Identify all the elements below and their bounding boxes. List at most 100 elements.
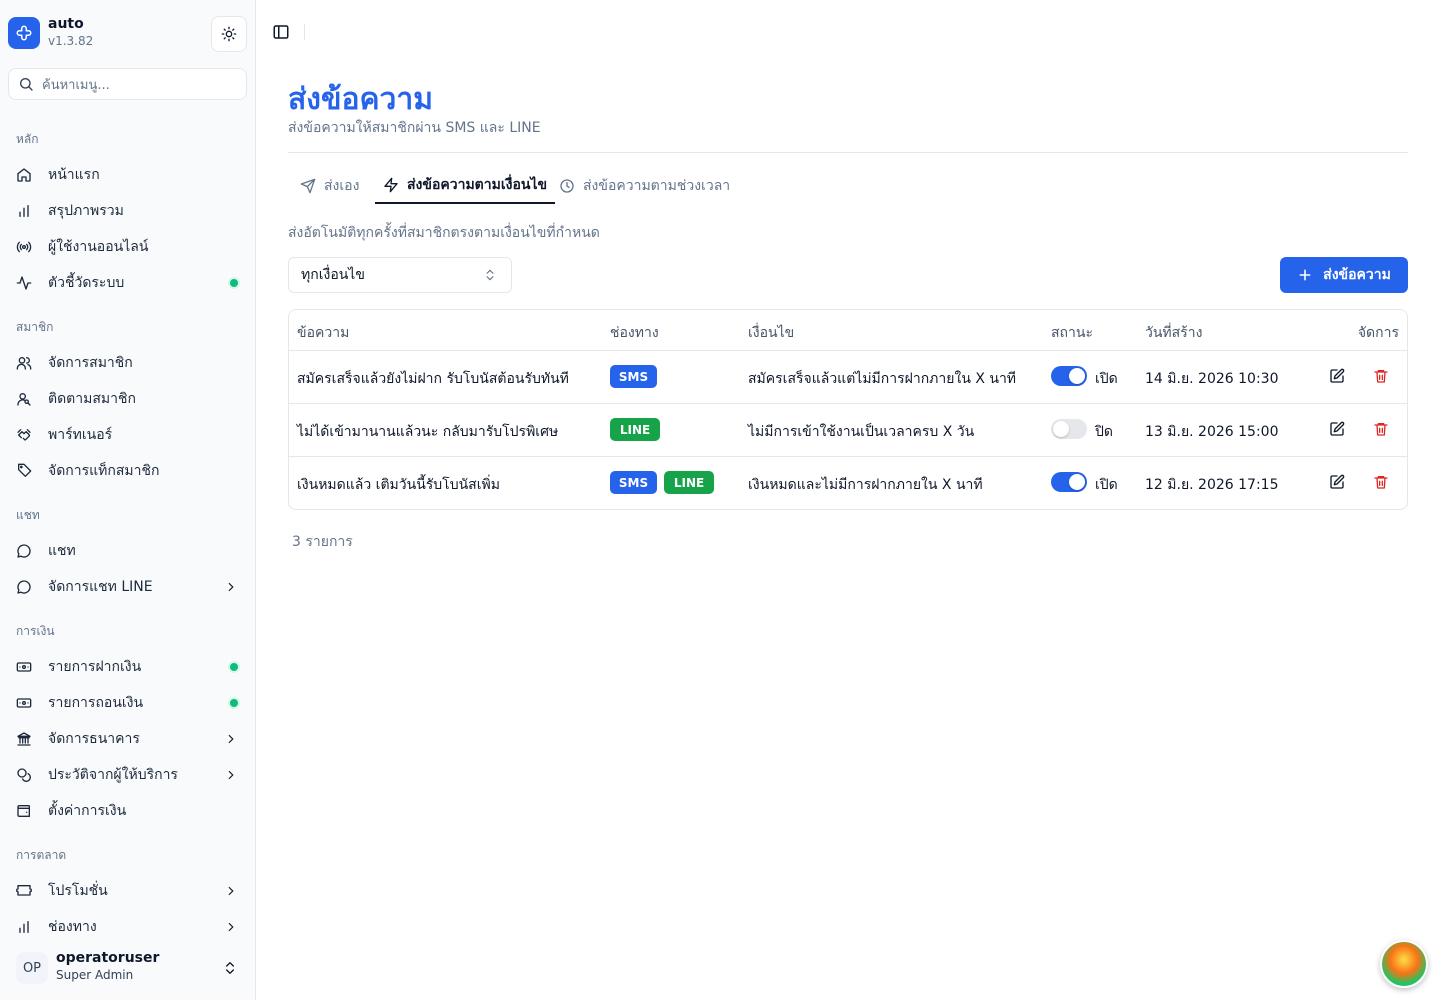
condition-text: เงินหมดและไม่มีการฝากภายใน X นาที bbox=[748, 477, 983, 493]
status-label: เปิด bbox=[1095, 477, 1118, 493]
sidebar-item-label: ติดตามสมาชิก bbox=[48, 391, 136, 407]
app-version: v1.3.82 bbox=[48, 34, 94, 48]
chevron-right-icon bbox=[228, 582, 234, 592]
page-title: ส่งข้อความ bbox=[288, 82, 434, 117]
divider bbox=[288, 152, 1408, 153]
sidebar-item-handshake[interactable]: พาร์ทเนอร์ bbox=[8, 419, 248, 451]
sun-icon bbox=[221, 26, 237, 42]
edit-button[interactable] bbox=[1329, 368, 1345, 384]
chevron-right-icon bbox=[228, 770, 234, 780]
trash-icon bbox=[1374, 423, 1388, 436]
table-row: ไม่ได้เข้ามานานแล้วนะ กลับมารับโปรพิเศษ L… bbox=[289, 404, 1407, 457]
sidebar-item-label: ประวัติจากผู้ให้บริการ bbox=[48, 767, 178, 783]
user-menu[interactable]: OP operatoruser Super Admin bbox=[8, 946, 248, 990]
tab-manual-send[interactable]: ส่งเอง bbox=[300, 168, 359, 204]
delete-button[interactable] bbox=[1373, 421, 1389, 437]
trash-icon bbox=[1374, 370, 1388, 383]
sidebar-item-users[interactable]: จัดการสมาชิก bbox=[8, 347, 248, 379]
message-text: เงินหมดแล้ว เติมวันนี้รับโบนัสเพิ่ม bbox=[297, 477, 500, 493]
chevron-right-icon bbox=[228, 886, 234, 896]
status-toggle[interactable] bbox=[1051, 366, 1087, 386]
status-toggle[interactable] bbox=[1051, 472, 1087, 492]
sidebar-item-bank[interactable]: จัดการธนาคาร bbox=[8, 723, 248, 755]
floating-avatar-button[interactable] bbox=[1380, 940, 1428, 988]
tab-scheduled-send[interactable]: ส่งข้อความตามช่วงเวลา bbox=[559, 168, 730, 204]
send-icon bbox=[300, 178, 316, 194]
sidebar-item-wallet[interactable]: ตั้งค่าการเงิน bbox=[8, 795, 248, 827]
status-label: ปิด bbox=[1095, 424, 1113, 440]
user-role: Super Admin bbox=[56, 968, 134, 982]
sidebar-item-label: โปรโมชั่น bbox=[48, 883, 108, 899]
sidebar-item-label: รายการฝากเงิน bbox=[48, 659, 142, 675]
delete-button[interactable] bbox=[1373, 474, 1389, 490]
clock-icon bbox=[560, 179, 574, 193]
bar-chart-icon bbox=[19, 921, 29, 933]
users-icon bbox=[16, 357, 32, 370]
send-message-button[interactable]: ส่งข้อความ bbox=[1280, 257, 1408, 293]
condition-filter-select[interactable]: ทุกเงื่อนไข bbox=[288, 257, 512, 293]
column-header-message: ข้อความ bbox=[297, 325, 350, 341]
message-circle-icon bbox=[17, 580, 31, 594]
sidebar-item-activity[interactable]: ตัวชี้วัดระบบ bbox=[8, 267, 248, 299]
column-header-condition: เงื่อนไข bbox=[748, 325, 795, 341]
sidebar-group-label: หลัก bbox=[16, 132, 39, 146]
channel-badge-sms: SMS bbox=[610, 365, 657, 388]
user-search-icon bbox=[17, 393, 31, 406]
panel-left-icon bbox=[273, 25, 289, 39]
sidebar-item-label: ตั้งค่าการเงิน bbox=[48, 803, 127, 819]
delete-button[interactable] bbox=[1373, 368, 1389, 384]
sidebar-item-bar-chart[interactable]: สรุปภาพรวม bbox=[8, 195, 248, 227]
sidebar-item-label: จัดการแชท LINE bbox=[48, 579, 153, 595]
sidebar-item-label: ช่องทาง bbox=[48, 919, 97, 935]
wallet-icon bbox=[17, 805, 30, 817]
app-name: auto bbox=[48, 16, 84, 32]
sidebar-group-label: แชท bbox=[16, 508, 40, 522]
plus-icon bbox=[1299, 269, 1311, 281]
coins-icon bbox=[17, 768, 31, 782]
table-row: เงินหมดแล้ว เติมวันนี้รับโบนัสเพิ่ม SMS LI… bbox=[289, 457, 1407, 509]
sidebar-item-message-circle[interactable]: จัดการแชท LINE bbox=[8, 571, 248, 603]
sidebar-group-label: สมาชิก bbox=[16, 320, 54, 334]
sidebar-item-ticket[interactable]: โปรโมชั่น bbox=[8, 875, 248, 907]
sidebar-item-tag[interactable]: จัดการแท็กสมาชิก bbox=[8, 455, 248, 487]
activity-icon bbox=[16, 276, 32, 290]
sidebar-item-message-circle[interactable]: แชท bbox=[8, 535, 248, 567]
channel-badge-line: LINE bbox=[664, 471, 714, 494]
sidebar-item-label: ผู้ใช้งานออนไลน์ bbox=[48, 239, 149, 255]
sidebar-item-home[interactable]: หน้าแรก bbox=[8, 159, 248, 191]
sidebar-item-label: หน้าแรก bbox=[48, 167, 100, 183]
tab-label: ส่งเอง bbox=[324, 178, 360, 194]
tab-conditional-send[interactable]: ส่งข้อความตามเงื่อนไข bbox=[375, 168, 556, 204]
zap-icon bbox=[384, 177, 398, 193]
theme-toggle-button[interactable] bbox=[211, 16, 247, 52]
sidebar-item-radio[interactable]: ผู้ใช้งานออนไลน์ bbox=[8, 231, 248, 263]
sidebar-group-label: การเงิน bbox=[16, 624, 55, 638]
search-icon bbox=[20, 78, 33, 91]
chevrons-up-down-icon bbox=[226, 962, 234, 974]
edit-button[interactable] bbox=[1329, 474, 1345, 490]
column-header-created: วันที่สร้าง bbox=[1145, 325, 1203, 341]
tab-description: ส่งอัตโนมัติทุกครั้งที่สมาชิกตรงตามเงื่อ… bbox=[288, 225, 600, 241]
withdraw-icon bbox=[16, 698, 32, 708]
sidebar: auto v1.3.82 ค้นหาเมนู... หลักหน้าแรกสรุ… bbox=[0, 0, 256, 1000]
sidebar-item-user-search[interactable]: ติดตามสมาชิก bbox=[8, 383, 248, 415]
sidebar-item-coins[interactable]: ประวัติจากผู้ให้บริการ bbox=[8, 759, 248, 791]
sidebar-item-label: จัดการแท็กสมาชิก bbox=[48, 463, 160, 479]
sidebar-item-deposit[interactable]: รายการฝากเงิน bbox=[8, 651, 248, 683]
status-dot bbox=[230, 279, 238, 287]
sidebar-toggle-button[interactable] bbox=[272, 23, 290, 41]
sidebar-item-bar-chart[interactable]: ช่องทาง bbox=[8, 911, 248, 943]
condition-text: สมัครเสร็จแล้วแต่ไม่มีการฝากภายใน X นาที bbox=[748, 371, 1017, 387]
edit-button[interactable] bbox=[1329, 421, 1345, 437]
tag-icon bbox=[18, 463, 32, 477]
sidebar-item-label: สรุปภาพรวม bbox=[48, 203, 124, 219]
divider bbox=[304, 24, 305, 40]
page-subtitle: ส่งข้อความให้สมาชิกผ่าน SMS และ LINE bbox=[288, 120, 541, 136]
sidebar-item-label: แชท bbox=[48, 543, 76, 559]
channel-badge-line: LINE bbox=[610, 418, 660, 441]
sidebar-item-withdraw[interactable]: รายการถอนเงิน bbox=[8, 687, 248, 719]
menu-search-input[interactable]: ค้นหาเมนู... bbox=[8, 68, 247, 100]
status-toggle[interactable] bbox=[1051, 419, 1087, 439]
user-name: operatoruser bbox=[56, 950, 160, 966]
column-header-actions: จัดการ bbox=[1357, 325, 1399, 341]
